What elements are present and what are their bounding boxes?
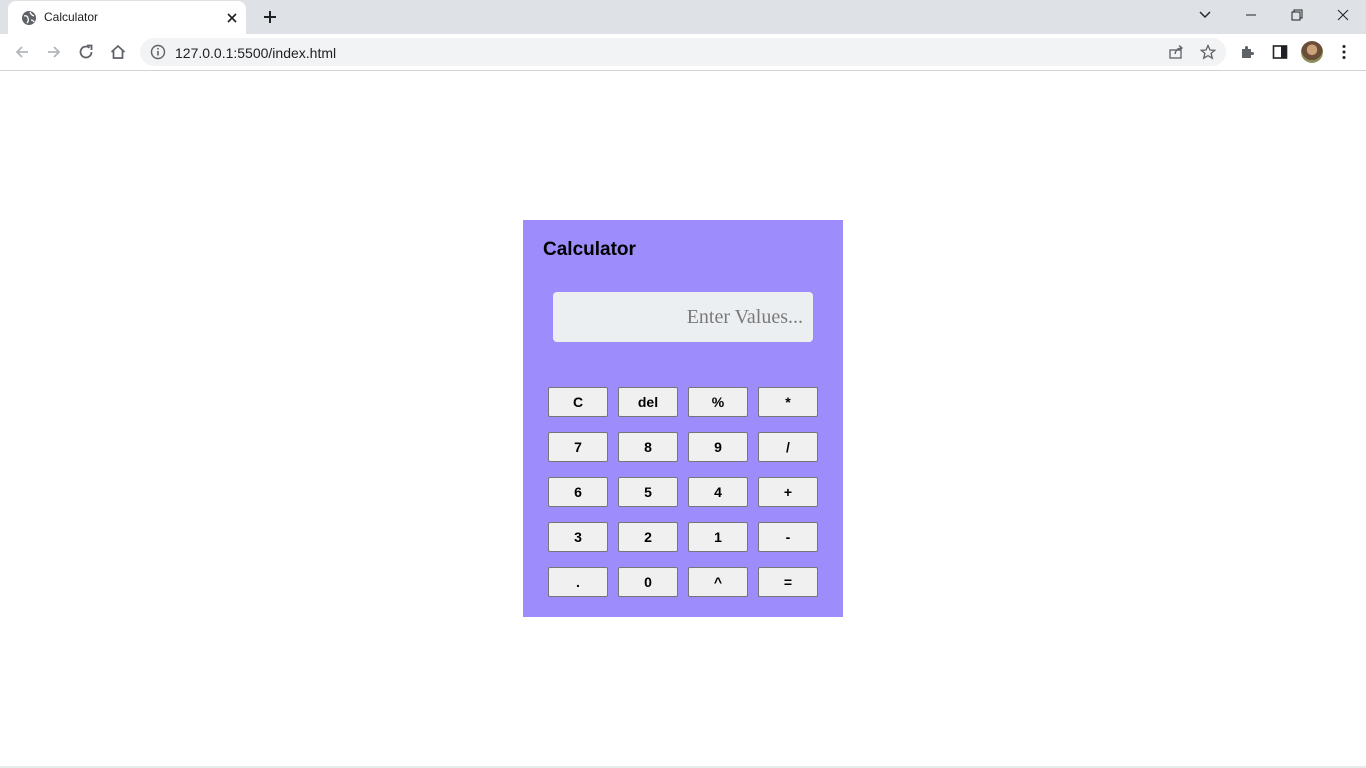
extensions-button[interactable] [1238,42,1258,62]
key-equals-button[interactable]: = [758,567,818,597]
key-digit-6-button[interactable]: 6 [548,477,608,507]
forward-button[interactable] [44,42,64,62]
restore-button[interactable] [1274,0,1320,30]
key-divide-button[interactable]: / [758,432,818,462]
key-digit-7-button[interactable]: 7 [548,432,608,462]
back-button[interactable] [12,42,32,62]
key-digit-8-button[interactable]: 8 [618,432,678,462]
arrow-right-icon [48,46,61,58]
side-panel-button[interactable] [1270,42,1290,62]
key-digit-3-button[interactable]: 3 [548,522,608,552]
profile-avatar[interactable] [1301,41,1323,63]
more-vert-icon [1342,45,1346,59]
key-add-button[interactable]: + [758,477,818,507]
key-digit-0-button[interactable]: 0 [618,567,678,597]
restore-icon [1291,9,1303,21]
key-digit-4-button[interactable]: 4 [688,477,748,507]
address-bar[interactable]: 127.0.0.1:5500/index.html [140,38,1226,66]
puzzle-icon [1242,46,1254,58]
key-clear-button[interactable]: C [548,387,608,417]
key-power-button[interactable]: ^ [688,567,748,597]
tab-title: Calculator [44,10,99,24]
browser-toolbar: 127.0.0.1:5500/index.html [0,34,1366,71]
key-digit-9-button[interactable]: 9 [688,432,748,462]
home-button[interactable] [108,42,128,62]
share-icon[interactable] [1168,44,1184,60]
browser-menu-button[interactable] [1334,42,1354,62]
tab-search-button[interactable] [1182,0,1228,30]
key-digit-1-button[interactable]: 1 [688,522,748,552]
info-icon[interactable] [150,44,166,60]
key-subtract-button[interactable]: - [758,522,818,552]
key-delete-button[interactable]: del [618,387,678,417]
chevron-down-icon [1199,11,1211,18]
key-digit-2-button[interactable]: 2 [618,522,678,552]
key-decimal-button[interactable]: . [548,567,608,597]
close-tab-icon[interactable] [224,10,240,26]
browser-tab[interactable]: Calculator [8,1,246,34]
key-percent-button[interactable]: % [688,387,748,417]
calculator-panel: Calculator Cdel% * 789 / 654 +321-. 0 ^ = [523,220,843,617]
minimize-button[interactable] [1228,0,1274,30]
bookmark-star-icon[interactable] [1200,44,1216,60]
minimize-icon [1246,14,1256,16]
calculator-title: Calculator [543,239,636,260]
reload-icon [79,44,93,59]
side-panel-icon [1272,45,1288,59]
tab-strip: Calculator [0,0,1366,34]
new-tab-button[interactable] [256,4,284,30]
globe-icon [22,11,36,25]
reload-button[interactable] [76,42,96,62]
arrow-left-icon [15,46,28,58]
close-icon [1337,9,1349,21]
calculator-display[interactable] [553,292,813,342]
key-digit-5-button[interactable]: 5 [618,477,678,507]
close-window-button[interactable] [1320,0,1366,30]
key-multiply-button[interactable]: * [758,387,818,417]
home-icon [110,44,126,59]
url-text: 127.0.0.1:5500/index.html [175,45,337,61]
plus-icon [264,11,276,23]
